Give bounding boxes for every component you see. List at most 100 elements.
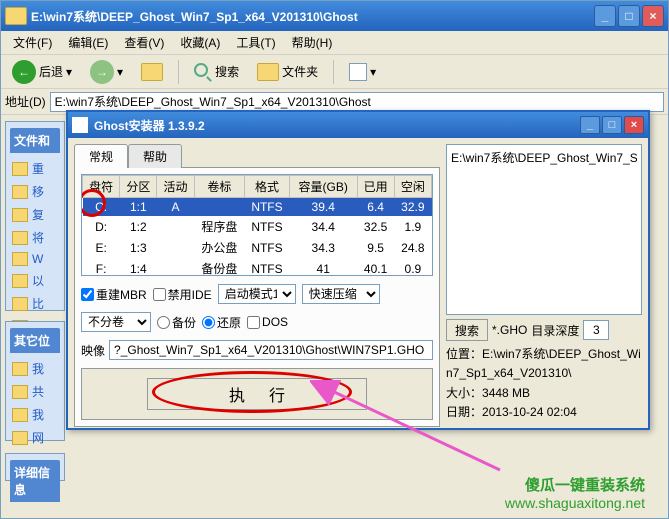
tasks-panel: 文件和 重 移 复 将 W 以 比 删 — [5, 121, 65, 311]
place-icon — [12, 408, 28, 422]
back-button[interactable]: ← 后退 ▾ — [5, 57, 79, 87]
task-item[interactable]: 以 — [10, 269, 60, 292]
separator — [333, 60, 334, 84]
search-row: 搜索 *.GHO 目录深度 — [446, 319, 642, 341]
radio-backup[interactable]: 备份 — [157, 314, 196, 331]
watermark-url: www.shaguaxitong.net — [505, 495, 645, 511]
place-icon — [12, 385, 28, 399]
radio-restore[interactable]: 还原 — [202, 314, 241, 331]
up-folder-icon — [141, 63, 163, 81]
views-button[interactable]: ▾ — [342, 60, 383, 84]
ghost-close-button[interactable]: × — [624, 116, 644, 134]
folders-button[interactable]: 文件夹 — [250, 60, 325, 84]
checkbox-rebuild-mbr[interactable]: 重建MBR — [81, 286, 147, 303]
menu-tools[interactable]: 工具(T) — [228, 32, 283, 53]
search-button[interactable]: 搜索 — [187, 60, 246, 84]
address-input[interactable] — [50, 92, 664, 112]
ghost-minimize-button[interactable]: _ — [580, 116, 600, 134]
table-row[interactable]: F:1:4备份盘NTFS4140.10.9 — [83, 258, 432, 276]
menu-edit[interactable]: 编辑(E) — [60, 32, 116, 53]
image-label: 映像 — [81, 342, 105, 359]
tasks-header: 文件和 — [10, 128, 60, 153]
task-icon — [12, 297, 28, 311]
maximize-button[interactable]: □ — [618, 5, 640, 27]
task-icon — [12, 231, 28, 245]
task-item[interactable]: 重 — [10, 157, 60, 180]
depth-label: 目录深度 — [531, 322, 579, 339]
ghost-title: Ghost安装器 1.3.9.2 — [94, 117, 580, 134]
checkbox-dos[interactable]: DOS — [247, 315, 288, 329]
col-drive[interactable]: 盘符 — [83, 176, 120, 198]
task-icon — [12, 185, 28, 199]
table-row[interactable]: D:1:2程序盘NTFS34.432.51.9 — [83, 216, 432, 237]
ghost-maximize-button[interactable]: □ — [602, 116, 622, 134]
table-row[interactable]: C:1:1ANTFS39.46.432.9 — [83, 198, 432, 217]
places-panel: 其它位 我 共 我 网 — [5, 321, 65, 441]
menu-file[interactable]: 文件(F) — [5, 32, 60, 53]
disk-table-container: 盘符 分区 活动 卷标 格式 容量(GB) 已用 空闲 C:1:1ANTFS39… — [81, 174, 433, 276]
execute-button[interactable]: 执行 — [147, 378, 367, 410]
task-icon — [12, 208, 28, 222]
window-title: E:\win7系统\DEEP_Ghost_Win7_Sp1_x64_V20131… — [27, 8, 594, 25]
disk-table[interactable]: 盘符 分区 活动 卷标 格式 容量(GB) 已用 空闲 C:1:1ANTFS39… — [82, 175, 432, 276]
select-novolume[interactable]: 不分卷 — [81, 312, 151, 332]
tab-strip: 常规 帮助 — [74, 144, 440, 168]
col-cap[interactable]: 容量(GB) — [289, 176, 357, 198]
place-item[interactable]: 我 — [10, 357, 60, 380]
col-used[interactable]: 已用 — [357, 176, 394, 198]
col-part[interactable]: 分区 — [120, 176, 157, 198]
chevron-down-icon: ▾ — [66, 65, 72, 79]
menu-help[interactable]: 帮助(H) — [284, 32, 341, 53]
details-panel: 详细信息 — [5, 453, 65, 481]
back-label: 后退 — [39, 63, 63, 80]
separator — [178, 60, 179, 84]
close-button[interactable]: × — [642, 5, 664, 27]
menu-fav[interactable]: 收藏(A) — [172, 32, 228, 53]
minimize-button[interactable]: _ — [594, 5, 616, 27]
back-icon: ← — [12, 60, 36, 84]
tab-help[interactable]: 帮助 — [128, 144, 182, 168]
search-label: 搜索 — [215, 63, 239, 80]
col-active[interactable]: 活动 — [157, 176, 194, 198]
place-item[interactable]: 我 — [10, 403, 60, 426]
task-item[interactable]: 将 — [10, 226, 60, 249]
tab-normal[interactable]: 常规 — [74, 144, 128, 168]
select-boot-mode[interactable]: 启动模式1 — [218, 284, 296, 304]
menu-bar: 文件(F) 编辑(E) 查看(V) 收藏(A) 工具(T) 帮助(H) — [1, 31, 668, 55]
col-free[interactable]: 空闲 — [394, 176, 431, 198]
col-fs[interactable]: 格式 — [245, 176, 290, 198]
task-icon — [12, 162, 28, 176]
place-icon — [12, 362, 28, 376]
depth-input[interactable] — [583, 320, 609, 340]
date-label: 日期： — [446, 405, 482, 419]
options-row-2: 不分卷 备份 还原 DOS — [81, 312, 433, 332]
select-compression[interactable]: 快速压缩 — [302, 284, 380, 304]
up-button[interactable] — [134, 60, 170, 84]
chevron-down-icon: ▾ — [370, 65, 376, 79]
folders-icon — [257, 63, 279, 81]
place-item[interactable]: 网 — [10, 426, 60, 449]
menu-view[interactable]: 查看(V) — [116, 32, 172, 53]
watermark: 傻瓜一键重装系统 www.shaguaxitong.net — [505, 474, 645, 511]
col-label[interactable]: 卷标 — [194, 176, 244, 198]
ghost-app-icon — [72, 117, 88, 133]
folders-label: 文件夹 — [282, 63, 318, 80]
ghost-dialog: Ghost安装器 1.3.9.2 _ □ × 常规 帮助 盘符 分区 活 — [66, 110, 650, 430]
forward-button[interactable]: → ▾ — [83, 57, 130, 87]
gho-file-list[interactable]: E:\win7系统\DEEP_Ghost_Win7_Sp — [446, 144, 642, 315]
task-item[interactable]: W — [10, 249, 60, 269]
list-item[interactable]: E:\win7系统\DEEP_Ghost_Win7_Sp — [451, 149, 637, 166]
watermark-title: 傻瓜一键重装系统 — [505, 474, 645, 495]
table-row[interactable]: E:1:3办公盘NTFS34.39.524.8 — [83, 237, 432, 258]
task-item[interactable]: 比 — [10, 292, 60, 315]
ghost-titlebar[interactable]: Ghost安装器 1.3.9.2 _ □ × — [68, 112, 648, 138]
search-gho-button[interactable]: 搜索 — [446, 319, 488, 341]
task-item[interactable]: 移 — [10, 180, 60, 203]
image-path-input[interactable] — [109, 340, 433, 360]
place-item[interactable]: 共 — [10, 380, 60, 403]
task-item[interactable]: 复 — [10, 203, 60, 226]
search-icon — [194, 63, 212, 81]
checkbox-disable-ide[interactable]: 禁用IDE — [153, 286, 212, 303]
explorer-titlebar[interactable]: E:\win7系统\DEEP_Ghost_Win7_Sp1_x64_V20131… — [1, 1, 668, 31]
folder-icon — [5, 7, 27, 25]
